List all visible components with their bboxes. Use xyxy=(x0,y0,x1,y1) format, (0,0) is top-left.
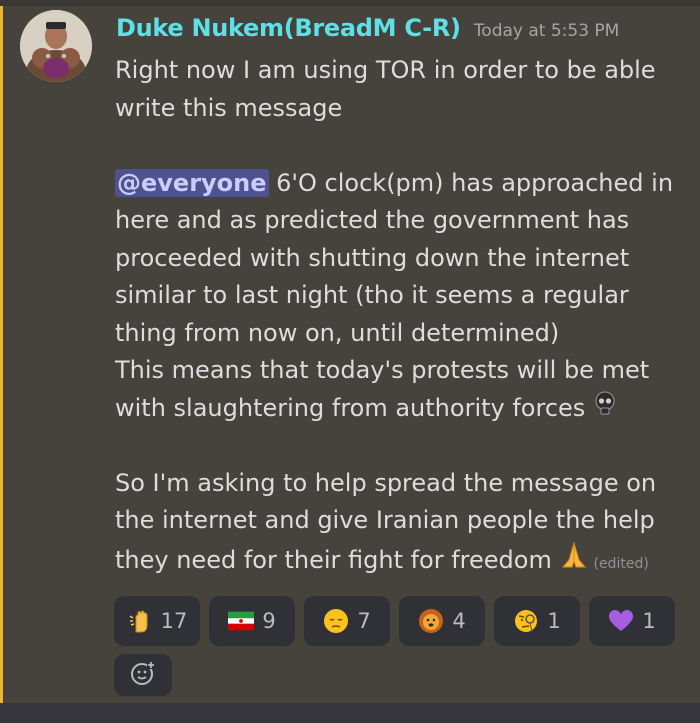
reaction-pensive-face[interactable]: 7 xyxy=(304,596,390,646)
add-reaction-icon xyxy=(130,660,156,690)
message-paragraph-4: So I'm asking to help spread the message… xyxy=(115,465,685,583)
everyone-mention[interactable]: @everyone xyxy=(115,168,269,197)
reaction-count: 9 xyxy=(262,609,276,633)
reactions-bar: 17 9 7 4 1 1 xyxy=(114,596,675,646)
purple-heart-emoji-icon xyxy=(608,608,634,634)
message-paragraph-2: @everyone 6'O clock(pm) has approached i… xyxy=(115,165,685,353)
reaction-iran-flag[interactable]: 9 xyxy=(209,596,295,646)
message-line-1: Right now I am using TOR in order to be … xyxy=(115,56,656,122)
reaction-monocle-face[interactable]: 1 xyxy=(494,596,580,646)
lion-face-emoji-icon xyxy=(418,608,444,634)
iran-flag-emoji-icon xyxy=(228,608,255,634)
folded-hands-emoji-icon xyxy=(559,540,589,582)
reaction-count: 17 xyxy=(160,609,188,633)
reaction-count: 7 xyxy=(357,609,371,633)
username[interactable]: Duke Nukem(BreadM C-R) xyxy=(116,14,461,42)
message-header: Duke Nukem(BreadM C-R) Today at 5:53 PM xyxy=(116,14,619,42)
avatar[interactable] xyxy=(20,10,92,82)
paragraph-3-text: This means that today's protests will be… xyxy=(115,356,650,422)
reaction-lion-face[interactable]: 4 xyxy=(399,596,485,646)
edited-label: (edited) xyxy=(593,555,649,572)
monocle-face-emoji-icon xyxy=(513,608,539,634)
add-reaction-button[interactable] xyxy=(114,654,172,696)
top-strip xyxy=(0,0,700,6)
reaction-purple-heart[interactable]: 1 xyxy=(589,596,675,646)
bottom-strip xyxy=(0,703,700,723)
message-content: Right now I am using TOR in order to be … xyxy=(115,52,685,583)
raised-hand-emoji-icon xyxy=(127,608,153,634)
timestamp[interactable]: Today at 5:53 PM xyxy=(474,21,620,41)
reaction-raised-hand[interactable]: 17 xyxy=(114,596,200,646)
reaction-count: 4 xyxy=(452,609,466,633)
mention-highlight-bar xyxy=(0,6,3,706)
reaction-count: 1 xyxy=(547,609,561,633)
reaction-count: 1 xyxy=(642,609,656,633)
message-paragraph-3: This means that today's protests will be… xyxy=(115,352,685,427)
pensive-face-emoji-icon xyxy=(323,608,349,634)
skull-emoji-icon xyxy=(593,390,617,428)
